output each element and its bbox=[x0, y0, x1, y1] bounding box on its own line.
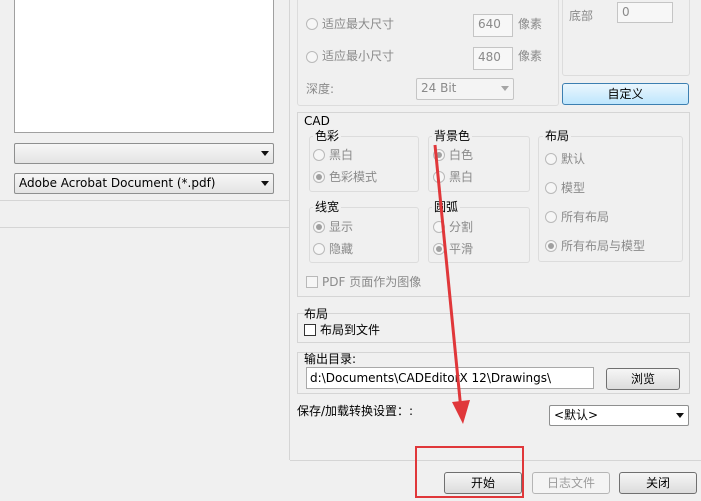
annotation-arrow bbox=[433, 144, 470, 424]
